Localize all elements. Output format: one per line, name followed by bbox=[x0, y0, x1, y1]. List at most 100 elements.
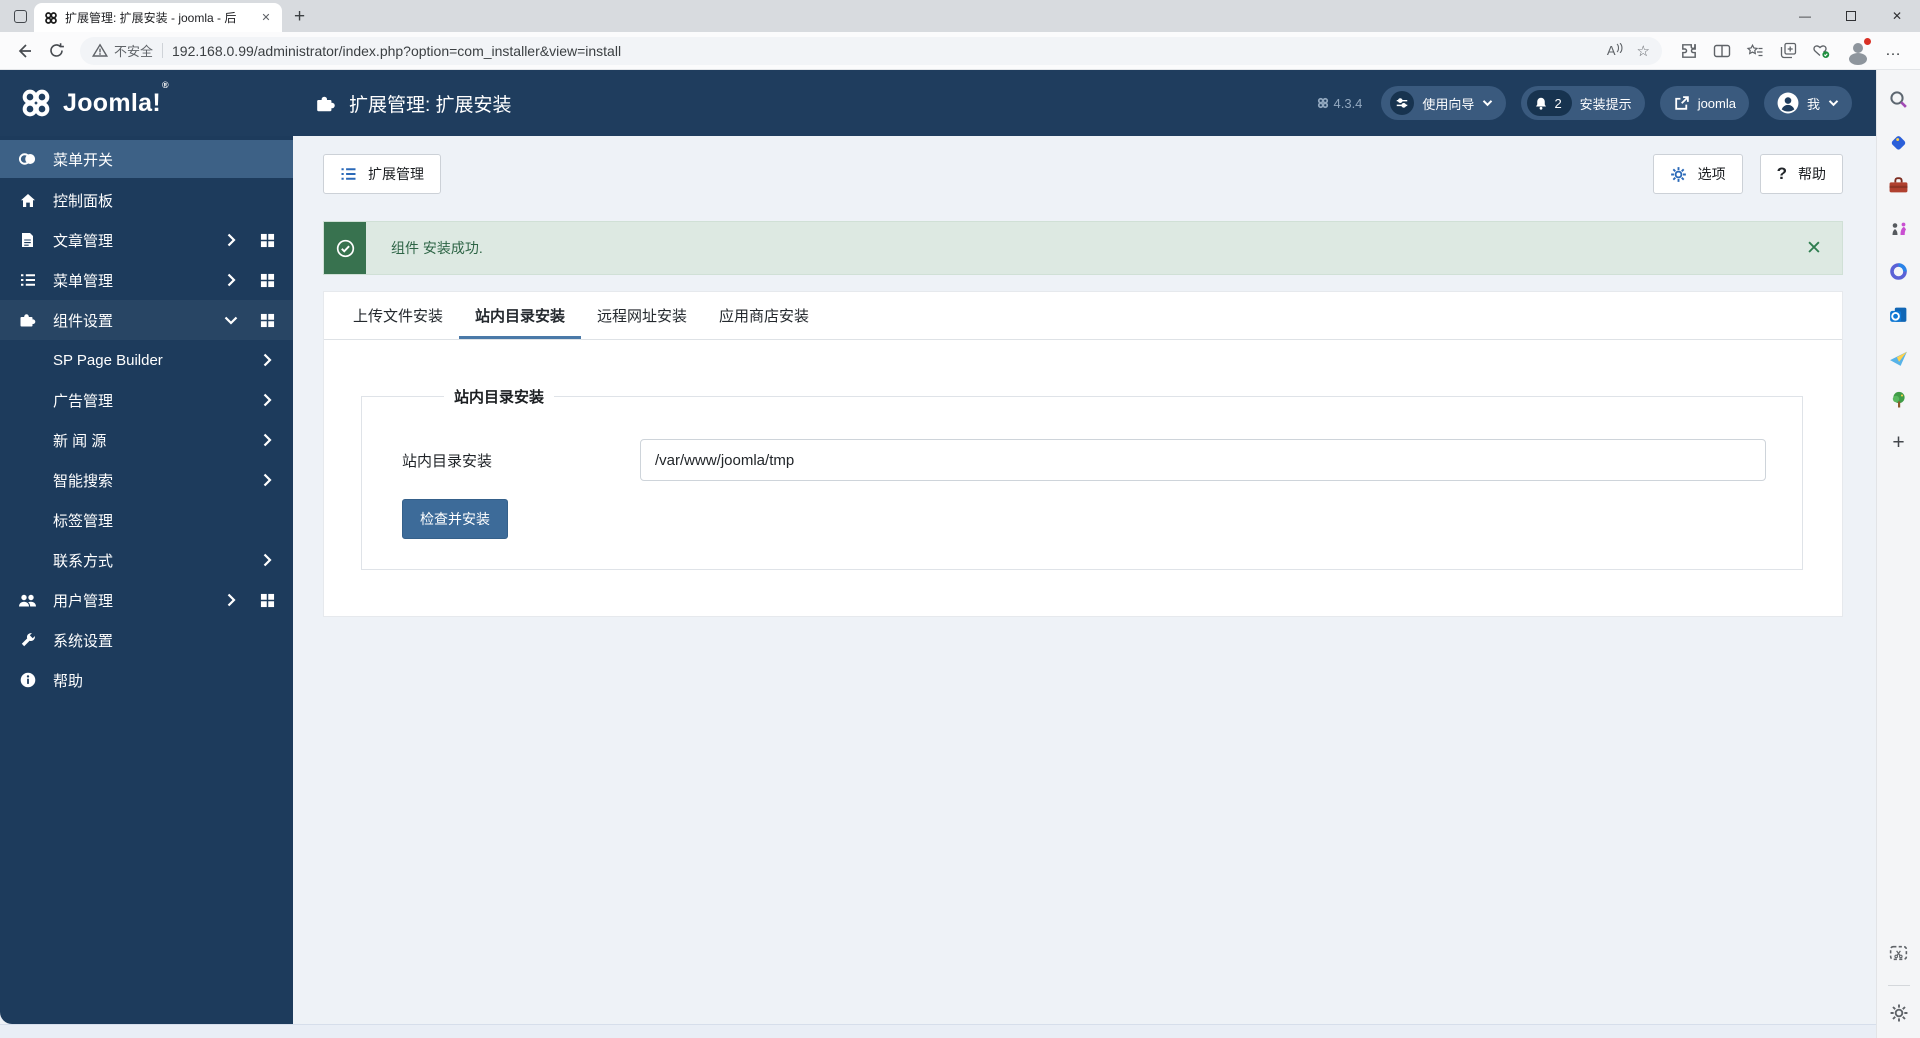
security-badge[interactable]: 不安全 bbox=[92, 41, 153, 60]
add-sidebar-item-icon[interactable]: + bbox=[1884, 428, 1914, 458]
minimize-button[interactable]: — bbox=[1782, 0, 1828, 32]
shopping-icon[interactable] bbox=[1884, 127, 1914, 157]
toolbox-icon[interactable] bbox=[1884, 170, 1914, 200]
maximize-button[interactable] bbox=[1828, 0, 1874, 32]
dashboard-grid-icon[interactable] bbox=[257, 273, 277, 288]
page-title-text: 扩展管理: 扩展安装 bbox=[349, 94, 512, 116]
tab-actions-menu-button[interactable] bbox=[6, 4, 34, 28]
menus-icon bbox=[18, 273, 37, 287]
toggle-icon bbox=[18, 151, 37, 167]
close-window-button[interactable]: ✕ bbox=[1874, 0, 1920, 32]
sidebar-subitem-contacts[interactable]: 联系方式 bbox=[0, 540, 293, 580]
search-icon[interactable] bbox=[1884, 84, 1914, 114]
guided-tour-label: 使用向导 bbox=[1422, 96, 1475, 112]
sidebar-subitem-banners[interactable]: 广告管理 bbox=[0, 380, 293, 420]
microsoft-365-icon[interactable] bbox=[1884, 256, 1914, 286]
site-name-label: joomla bbox=[1697, 95, 1736, 111]
joomla-favicon-icon bbox=[44, 11, 58, 25]
favorite-star-icon[interactable]: ☆ bbox=[1637, 42, 1650, 60]
chevron-right-icon bbox=[257, 473, 277, 487]
folder-field-row: 站内目录安装 bbox=[402, 439, 1766, 481]
dashboard-grid-icon[interactable] bbox=[257, 233, 277, 248]
sidebar-item-label: 新 闻 源 bbox=[53, 432, 107, 450]
favorites-icon[interactable] bbox=[1746, 43, 1764, 59]
folder-field-label: 站内目录安装 bbox=[402, 452, 493, 470]
user-menu-button[interactable]: 我 bbox=[1763, 86, 1852, 120]
new-tab-button[interactable]: + bbox=[294, 7, 305, 26]
sidebar-item-label: SP Page Builder bbox=[53, 351, 163, 369]
alert-icon-strip bbox=[324, 222, 366, 274]
dashboard-grid-icon[interactable] bbox=[257, 593, 277, 608]
tab-panel-install-from-folder: 站内目录安装 站内目录安装 检查并安装 bbox=[324, 340, 1842, 616]
address-bar[interactable]: 不安全 192.168.0.99/administrator/index.php… bbox=[80, 36, 1662, 65]
browser-tab-active[interactable]: 扩展管理: 扩展安装 - joomla - 后 ✕ bbox=[34, 3, 282, 32]
sidebar-subitem-tags[interactable]: 标签管理 bbox=[0, 500, 293, 540]
extensions-icon[interactable] bbox=[1680, 42, 1698, 60]
help-button[interactable]: ? 帮助 bbox=[1759, 154, 1843, 194]
manage-extensions-label: 扩展管理 bbox=[368, 166, 424, 182]
options-button[interactable]: 选项 bbox=[1652, 154, 1743, 194]
check-and-install-button[interactable]: 检查并安装 bbox=[402, 499, 508, 539]
screenshot-icon[interactable] bbox=[1884, 938, 1914, 968]
security-label: 不安全 bbox=[114, 44, 154, 59]
tab-close-icon[interactable]: ✕ bbox=[258, 11, 274, 24]
toolbar-icons: … bbox=[1680, 36, 1902, 63]
url-text[interactable]: 192.168.0.99/administrator/index.php?opt… bbox=[172, 43, 1598, 59]
alert-message: 组件 安装成功. bbox=[391, 240, 483, 256]
read-aloud-icon[interactable]: A bbox=[1607, 43, 1623, 58]
alert-close-icon[interactable]: ✕ bbox=[1786, 222, 1842, 274]
browser-essentials-icon[interactable] bbox=[1812, 42, 1831, 59]
options-label: 选项 bbox=[1697, 166, 1726, 182]
sidebar-item-components[interactable]: 组件设置 bbox=[0, 300, 293, 340]
maximize-icon bbox=[1846, 11, 1856, 21]
profile-avatar[interactable] bbox=[1846, 36, 1872, 63]
sidebar-subitem-sp-page-builder[interactable]: SP Page Builder bbox=[0, 340, 293, 380]
home-icon bbox=[18, 193, 37, 208]
sidebar-item-label: 广告管理 bbox=[53, 392, 114, 410]
edge-settings-icon[interactable] bbox=[1884, 998, 1914, 1028]
bell-icon bbox=[1536, 97, 1547, 110]
chevron-right-icon bbox=[257, 553, 277, 567]
tab-install-from-url[interactable]: 远程网址安装 bbox=[581, 292, 703, 339]
sidebar-item-dashboard[interactable]: 控制面板 bbox=[0, 180, 293, 220]
post-install-label: 安装提示 bbox=[1579, 96, 1632, 112]
collections-icon[interactable] bbox=[1779, 42, 1797, 59]
tab-install-from-folder[interactable]: 站内目录安装 bbox=[459, 292, 582, 339]
logo-registered-mark: ® bbox=[161, 79, 169, 90]
address-bar-icons: A ☆ bbox=[1607, 42, 1650, 60]
joomla-logo[interactable]: Joomla!® bbox=[0, 80, 293, 119]
sidebar-item-system[interactable]: 系统设置 bbox=[0, 620, 293, 660]
games-icon[interactable] bbox=[1884, 213, 1914, 243]
window-controls: — ✕ bbox=[1782, 0, 1920, 32]
list-icon bbox=[341, 168, 356, 180]
chevron-down-icon bbox=[1482, 99, 1493, 107]
sidebar-subitem-smart-search[interactable]: 智能搜索 bbox=[0, 460, 293, 500]
notification-dot bbox=[1863, 36, 1872, 46]
refresh-button[interactable] bbox=[40, 36, 72, 66]
post-install-messages-button[interactable]: 2 安装提示 bbox=[1521, 86, 1645, 120]
install-tabs: 上传文件安装 站内目录安装 远程网址安装 应用商店安装 bbox=[324, 292, 1842, 340]
outlook-icon[interactable] bbox=[1884, 299, 1914, 329]
sidebar-subitem-news-feeds[interactable]: 新 闻 源 bbox=[0, 420, 293, 460]
dashboard-grid-icon[interactable] bbox=[257, 313, 277, 328]
info-icon bbox=[18, 672, 37, 688]
notification-capsule: 2 bbox=[1527, 90, 1572, 116]
preview-site-button[interactable]: joomla bbox=[1659, 86, 1749, 120]
sidebar-item-label: 智能搜索 bbox=[53, 472, 114, 490]
browser-menu-icon[interactable]: … bbox=[1885, 42, 1902, 60]
drop-icon[interactable] bbox=[1884, 342, 1914, 372]
sidebar-item-help[interactable]: 帮助 bbox=[0, 660, 293, 700]
guided-tour-button[interactable]: 使用向导 bbox=[1381, 86, 1507, 120]
sidebar-item-menus[interactable]: 菜单管理 bbox=[0, 260, 293, 300]
sidebar-item-content[interactable]: 文章管理 bbox=[0, 220, 293, 260]
back-button[interactable] bbox=[8, 36, 40, 66]
tab-install-from-web[interactable]: 应用商店安装 bbox=[703, 292, 825, 339]
joomla-version: 4.3.4 bbox=[1317, 96, 1362, 111]
sidebar-item-users[interactable]: 用户管理 bbox=[0, 580, 293, 620]
sidebar-item-menu-toggle[interactable]: 菜单开关 bbox=[0, 140, 293, 178]
tab-upload-package[interactable]: 上传文件安装 bbox=[337, 292, 459, 339]
manage-extensions-button[interactable]: 扩展管理 bbox=[323, 154, 441, 194]
split-screen-icon[interactable] bbox=[1713, 43, 1731, 59]
tree-icon[interactable] bbox=[1884, 385, 1914, 415]
folder-path-input[interactable] bbox=[640, 439, 1766, 481]
